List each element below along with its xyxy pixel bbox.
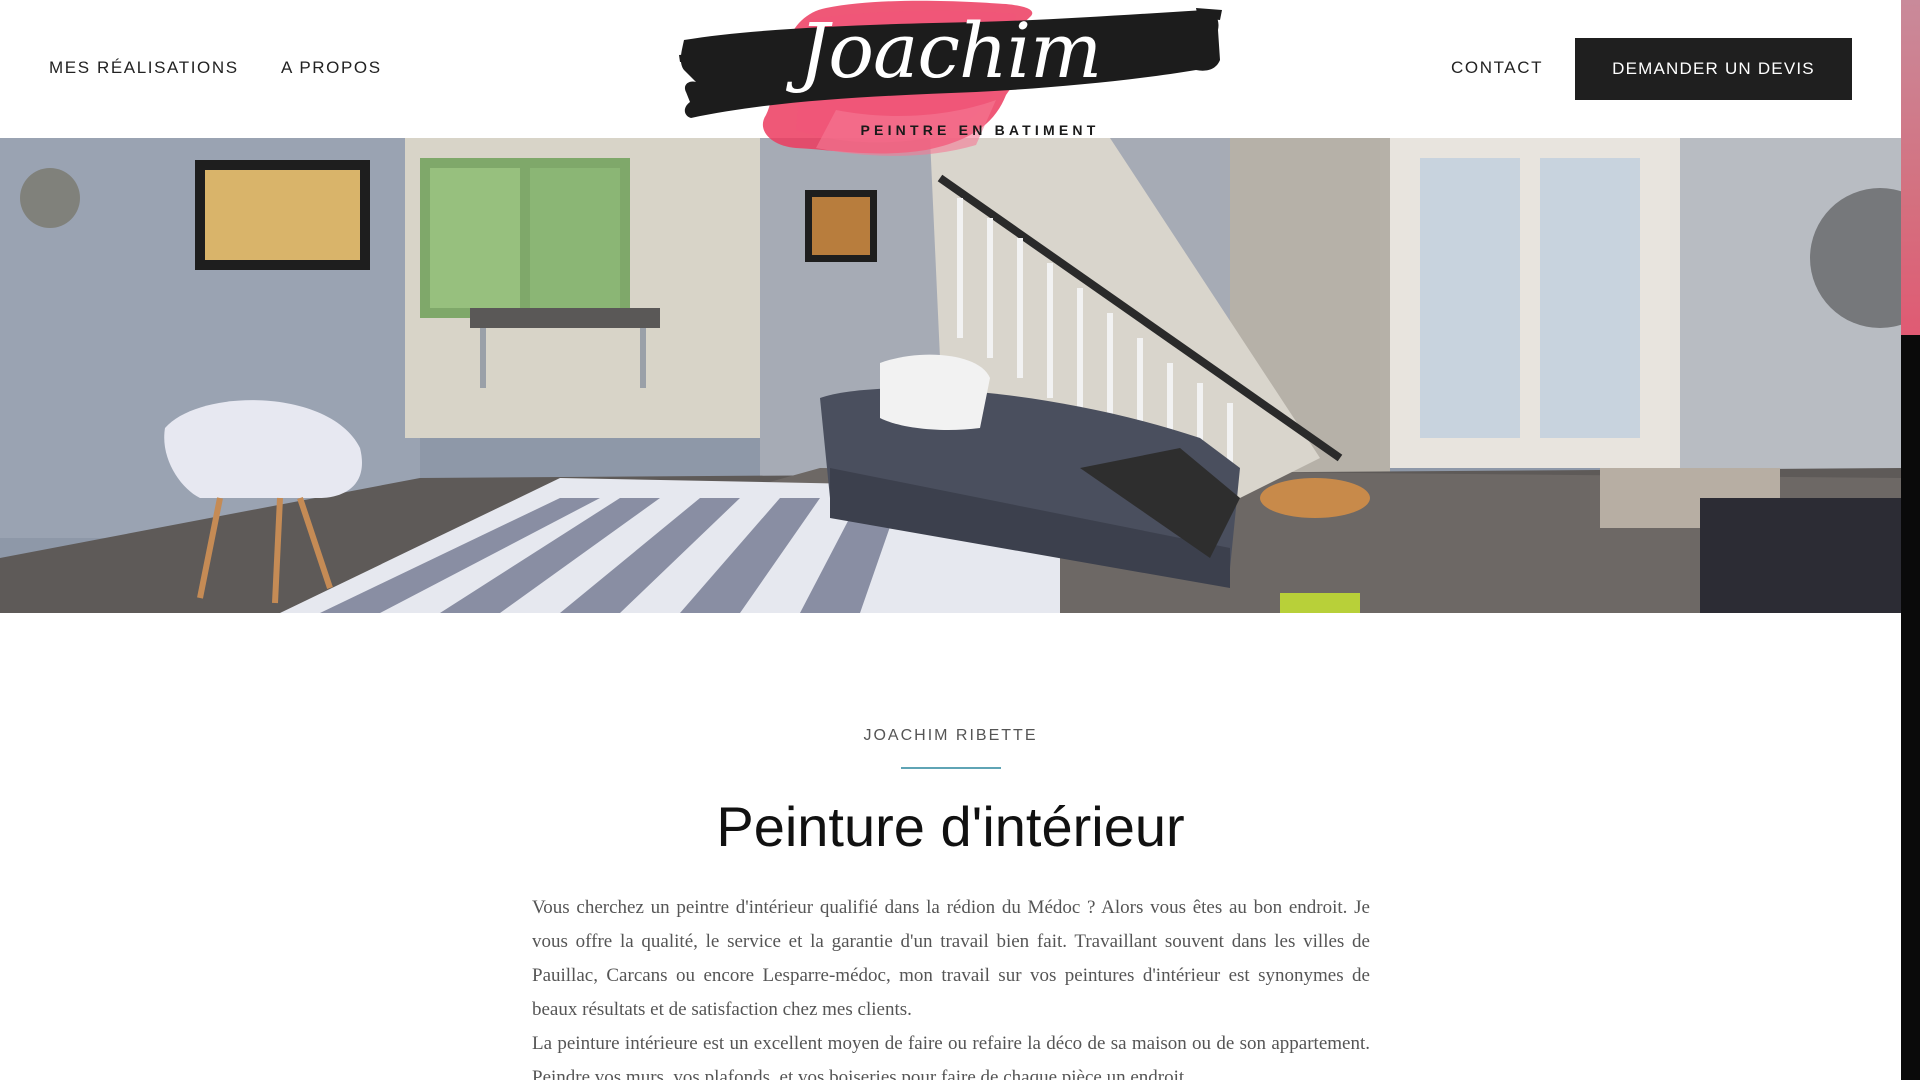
living-room-illustration (0, 138, 1901, 613)
section-divider (901, 767, 1001, 769)
site-logo[interactable]: Joachim PEINTRE EN BATIMENT (676, 0, 1224, 165)
nav-contact[interactable]: CONTACT (1451, 58, 1543, 78)
logo-tagline: PEINTRE EN BATIMENT (860, 122, 1100, 138)
nav-mes-realisations[interactable]: MES RÉALISATIONS (49, 58, 239, 78)
request-quote-button[interactable]: DEMANDER UN DEVIS (1575, 38, 1852, 100)
paragraph: La peinture intérieure est un excellent … (532, 1033, 1370, 1080)
hero-image (0, 138, 1901, 613)
section-body: Vous cherchez un peintre d'intérieur qua… (532, 891, 1370, 1080)
section-title: Peinture d'intérieur (716, 795, 1185, 858)
logo-wordmark: Joachim (798, 6, 1102, 95)
paragraph: Vous cherchez un peintre d'intérieur qua… (532, 897, 1370, 1020)
nav-a-propos[interactable]: A PROPOS (281, 58, 382, 78)
page-scrollbar-thumb[interactable] (1901, 0, 1920, 335)
section-eyebrow: JOACHIM RIBETTE (863, 727, 1038, 744)
